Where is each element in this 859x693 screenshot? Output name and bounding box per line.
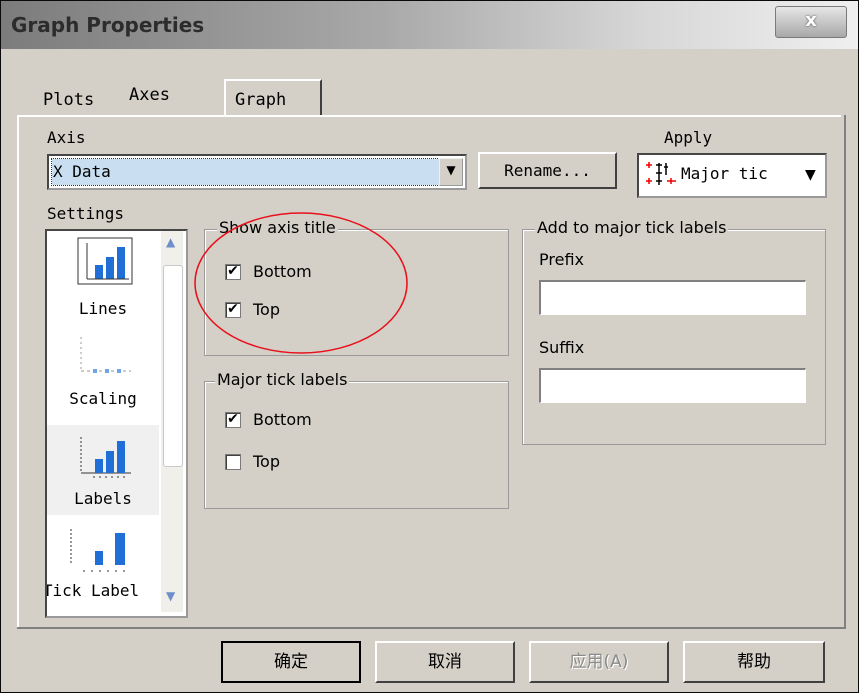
settings-item-scaling-label: Scaling — [69, 389, 137, 408]
help-button[interactable]: 帮助 — [683, 641, 825, 683]
settings-scrollbar[interactable]: ▲ ▼ — [161, 231, 183, 612]
close-icon: x — [805, 10, 817, 31]
tab-panel-bottom-edge — [17, 627, 846, 629]
rename-button-label: Rename... — [504, 161, 591, 180]
annotation-circle — [194, 212, 408, 354]
major-tick-bottom-checkbox[interactable]: ✔ — [225, 412, 241, 428]
tab-plots[interactable]: Plots — [43, 90, 94, 110]
settings-item-labels[interactable]: Labels — [47, 425, 159, 515]
settings-item-lines-label: Lines — [78, 299, 128, 318]
title-bar[interactable]: Graph Properties x — [1, 1, 858, 49]
tick-labels-settings-icon — [70, 529, 127, 572]
apply-button[interactable]: 应用(A) — [529, 641, 669, 683]
axis-label: Axis — [47, 128, 86, 147]
lines-settings-icon — [77, 237, 133, 285]
settings-item-scaling[interactable]: Scaling — [47, 329, 159, 419]
prefix-input[interactable] — [539, 280, 806, 315]
tab-axes[interactable]: Axes — [129, 85, 170, 105]
settings-scrollbar-thumb[interactable] — [163, 265, 183, 467]
cancel-button[interactable]: 取消 — [375, 641, 515, 683]
window-title: Graph Properties — [11, 13, 205, 37]
major-tick-apply-icon — [646, 162, 676, 185]
apply-combo-value: Major tic — [681, 164, 768, 183]
labels-settings-icon — [80, 437, 131, 478]
settings-list[interactable]: Lines Scaling Labels Tick Label ▲ ▼ — [45, 229, 188, 618]
ok-button-label: 确定 — [274, 652, 308, 672]
settings-item-labels-label: Labels — [74, 489, 132, 508]
cancel-button-label: 取消 — [428, 652, 462, 672]
scaling-settings-icon — [80, 337, 131, 373]
major-tick-bottom-label[interactable]: Bottom — [253, 410, 312, 429]
add-to-major-tick-labels-group: Add to major tick labels Prefix Suffix — [522, 218, 826, 445]
scroll-up-icon[interactable]: ▲ — [166, 235, 175, 249]
tab-panel-right-edge — [844, 115, 846, 629]
axis-combo[interactable]: X Data ▼ — [47, 154, 467, 190]
settings-item-tick-labels[interactable]: Tick Label — [47, 521, 159, 611]
major-tick-labels-legend: Major tick labels — [215, 370, 350, 389]
apply-label: Apply — [664, 128, 713, 147]
settings-label: Settings — [47, 204, 125, 223]
ok-button[interactable]: 确定 — [221, 641, 361, 683]
rename-button[interactable]: Rename... — [478, 152, 617, 189]
help-button-label: 帮助 — [737, 652, 771, 672]
apply-combo[interactable]: Major tic ▼ — [637, 153, 827, 198]
graph-properties-window: Graph Properties x Plots Axes Graph Axis… — [0, 0, 859, 693]
suffix-input[interactable] — [539, 368, 806, 403]
major-tick-labels-group: Major tick labels ✔ Bottom Top — [204, 370, 509, 509]
tab-panel-left-edge — [17, 115, 19, 629]
close-button[interactable]: x — [775, 6, 847, 38]
settings-item-lines[interactable]: Lines — [47, 231, 159, 321]
add-to-major-legend: Add to major tick labels — [535, 218, 729, 237]
apply-dropdown-arrow-icon[interactable]: ▼ — [805, 167, 816, 183]
dropdown-arrow-icon[interactable]: ▼ — [439, 158, 463, 186]
scroll-down-icon[interactable]: ▼ — [166, 589, 175, 603]
major-tick-top-checkbox[interactable] — [225, 454, 241, 470]
major-tick-top-label[interactable]: Top — [253, 452, 280, 471]
suffix-label: Suffix — [539, 338, 585, 357]
settings-item-tick-labels-label: Tick Label — [45, 581, 140, 600]
tab-graph[interactable]: Graph — [235, 90, 286, 110]
apply-button-label: 应用(A) — [569, 652, 629, 672]
prefix-label: Prefix — [539, 250, 584, 269]
tab-panel-top-edge — [17, 115, 841, 117]
axis-combo-value: X Data — [53, 162, 111, 181]
